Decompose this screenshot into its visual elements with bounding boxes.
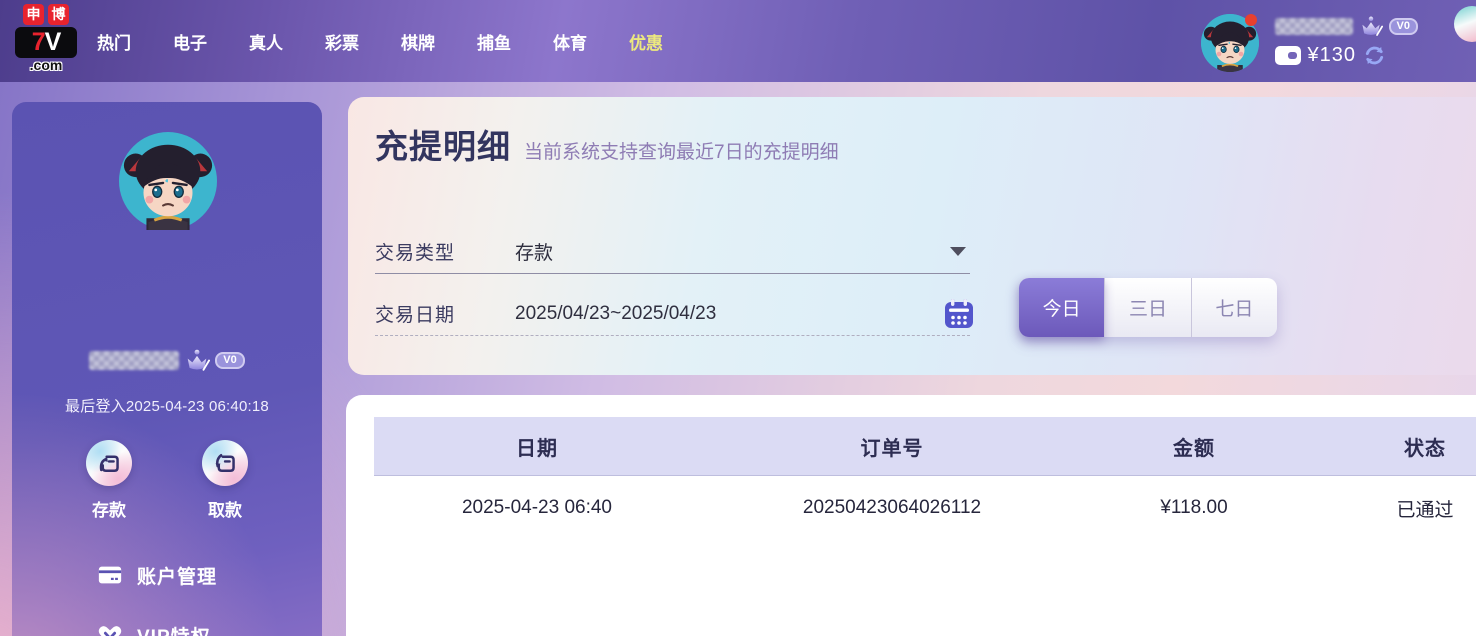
cell-amount: ¥118.00 <box>1160 497 1228 518</box>
user-avatar[interactable] <box>1200 14 1259 72</box>
bank-card-icon <box>98 566 122 584</box>
vip-level-badge: V0 <box>1388 17 1418 35</box>
date-range-input[interactable]: 2025/04/23~2025/04/23 <box>515 303 942 325</box>
top-navbar: 申 博 7V .com 热门 电子 真人 彩票 棋牌 捕鱼 体育 优惠 V0 ¥… <box>0 0 1476 82</box>
site-logo[interactable]: 申 博 7V .com <box>12 4 80 73</box>
date-range-quick-buttons: 今日 三日 七日 <box>1019 278 1277 337</box>
transaction-date-row: 交易日期 2025/04/23~2025/04/23 <box>375 292 973 336</box>
sidebar-item-vip-privilege[interactable]: VIP特权 <box>12 612 322 636</box>
sidebar-vip-level-badge: V0 <box>215 351 245 369</box>
nav-item-chess[interactable]: 棋牌 <box>401 29 435 54</box>
logo-com-suffix: .com <box>29 57 63 73</box>
nav-item-slots[interactable]: 电子 <box>173 29 207 54</box>
sidebar-avatar[interactable] <box>117 130 219 234</box>
transaction-date-label: 交易日期 <box>375 305 456 326</box>
notification-dot <box>1244 14 1257 26</box>
column-header-date: 日期 <box>516 437 558 460</box>
sidebar-item-account-management[interactable]: 账户管理 <box>12 552 322 598</box>
column-header-order-id: 订单号 <box>860 437 924 460</box>
balance-amount: ¥130 <box>1307 44 1357 66</box>
logo-badge-bo: 博 <box>48 4 69 25</box>
account-sidebar: V0 最后登入2025-04-23 06:40:18 存款 取款 账户管理 <box>12 102 322 636</box>
user-info: V0 ¥130 <box>1274 15 1418 67</box>
last-login-text: 最后登入2025-04-23 06:40:18 <box>65 398 269 415</box>
sidebar-user-row: V0 <box>12 346 322 374</box>
logo-brand-badges: 申 博 <box>12 4 80 25</box>
deposit-button[interactable]: 存款 <box>69 440 149 521</box>
deposit-label: 存款 <box>92 501 126 520</box>
column-header-amount: 金额 <box>1173 437 1215 460</box>
calendar-icon[interactable] <box>942 297 976 331</box>
records-panel: 日期 订单号 金额 状态 2025-04-23 06:40 2025042306… <box>346 395 1476 636</box>
vip-crown-icon <box>1361 15 1383 36</box>
cell-order-id: 20250423064026112 <box>802 497 982 518</box>
range-button-today[interactable]: 今日 <box>1019 278 1105 337</box>
chevron-down-icon[interactable] <box>950 247 966 256</box>
column-header-status: 状态 <box>1404 437 1446 460</box>
sidebar-item-label: 账户管理 <box>137 566 218 588</box>
page-header: 充提明细 当前系统支持查询最近7日的充提明细 <box>375 120 839 168</box>
refresh-balance-icon[interactable] <box>1363 44 1386 67</box>
vip-crown-icon <box>187 348 211 371</box>
withdraw-icon <box>202 440 248 486</box>
navbar-user-cluster: V0 ¥130 <box>1200 0 1418 82</box>
withdraw-button[interactable]: 取款 <box>185 440 265 521</box>
quick-actions: 存款 取款 <box>12 440 322 521</box>
nav-item-hot[interactable]: 热门 <box>97 29 131 54</box>
nav-item-promos[interactable]: 优惠 <box>629 29 663 54</box>
table-row[interactable]: 2025-04-23 06:40 20250423064026112 ¥118.… <box>374 476 1476 540</box>
nav-item-sports[interactable]: 体育 <box>553 29 587 54</box>
username-blurred <box>1274 17 1353 35</box>
sidebar-menu: 账户管理 VIP特权 红利红包 <box>12 552 322 636</box>
deposit-icon <box>86 440 132 486</box>
nav-item-live[interactable]: 真人 <box>249 29 283 54</box>
table-header: 日期 订单号 金额 状态 <box>374 417 1476 476</box>
transaction-type-label: 交易类型 <box>375 243 456 264</box>
logo-badge-shen: 申 <box>23 4 44 25</box>
page-title: 充提明细 <box>375 128 511 165</box>
cell-date: 2025-04-23 06:40 <box>461 497 612 518</box>
sidebar-username-blurred <box>89 350 180 370</box>
main-navigation: 热门 电子 真人 彩票 棋牌 捕鱼 体育 优惠 <box>97 0 663 82</box>
nav-item-fishing[interactable]: 捕鱼 <box>477 29 511 54</box>
range-button-three-days[interactable]: 三日 <box>1104 278 1190 337</box>
logo-7v: 7V <box>15 27 77 58</box>
withdraw-label: 取款 <box>208 501 242 520</box>
page-subtitle: 当前系统支持查询最近7日的充提明细 <box>524 142 839 163</box>
transaction-type-row: 交易类型 存款 <box>375 230 970 274</box>
sidebar-item-label: VIP特权 <box>137 622 211 636</box>
wallet-icon[interactable] <box>1274 46 1301 65</box>
range-button-seven-days[interactable]: 七日 <box>1190 278 1277 337</box>
cell-status status-badge: 已通过 <box>1396 499 1454 521</box>
nav-item-lottery[interactable]: 彩票 <box>325 29 359 54</box>
filter-panel: 充提明细 当前系统支持查询最近7日的充提明细 交易类型 存款 交易日期 2025… <box>348 97 1476 375</box>
vip-privilege-icon <box>98 626 122 636</box>
transaction-type-select[interactable]: 存款 <box>515 238 950 265</box>
